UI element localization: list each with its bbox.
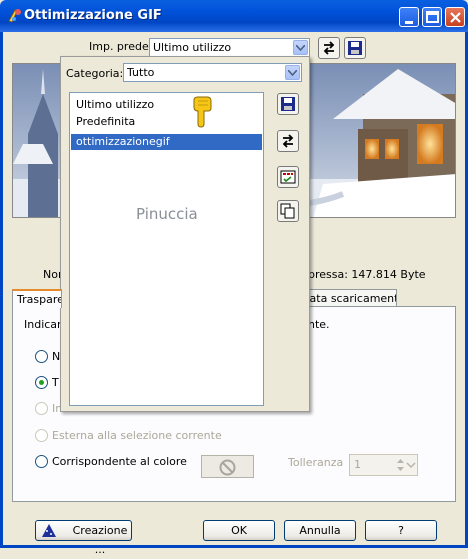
option-outside-selection-label: Esterna alla selezione corrente [52,429,222,442]
help-button[interactable]: ? [365,520,437,541]
title-bar: Ottimizzazione GIF [0,0,468,32]
maximize-button[interactable] [422,7,442,27]
option-inside-selection-radio[interactable] [35,402,48,415]
category-select[interactable]: Tutto [123,63,302,82]
tolerance-label: Tolleranza [288,456,344,469]
instruction-text-right: nte. [308,318,330,331]
minimize-button[interactable] [399,7,419,27]
spinner-dropdown-icon [406,462,416,469]
preset-select[interactable]: Ultimo utilizzo [149,38,310,57]
cancel-button[interactable]: Annulla [284,520,356,541]
save-to-list-button[interactable] [277,93,299,115]
wizard-hat-icon [42,524,56,537]
app-icon [8,9,21,23]
load-preset-button[interactable] [318,37,340,59]
chevron-down-icon [293,40,308,55]
save-preset-button[interactable] [344,37,366,59]
ok-button[interactable]: OK [203,520,275,541]
help-button-label: ? [398,524,404,537]
category-value: Tutto [127,66,155,79]
radio-selected-dot [39,380,44,385]
floppy-disk-icon [348,41,362,55]
tab-transparency[interactable]: Traspare [12,289,62,308]
color-picker-swatch[interactable] [201,455,254,478]
preset-list: Ultimo utilizzo Predefinita ottimizzazio… [69,92,264,406]
option-none-radio[interactable] [35,350,48,363]
option-outside-selection-radio[interactable] [35,429,48,442]
tab-download-time[interactable]: rata scaricamento [300,289,397,307]
close-icon [450,12,461,23]
preset-list-item[interactable]: Ultimo utilizzo [76,98,154,111]
category-label: Categoria: [66,67,124,80]
creation-button[interactable]: Creazione ... [35,520,132,556]
spinner-arrows-icon [397,459,404,471]
pointing-hand-icon [193,96,212,128]
watermark-text: Pinuccia [136,205,198,223]
apply-preset-button[interactable] [277,130,299,152]
copy-preset-button[interactable] [277,200,299,222]
compressed-size-label: pressa: 147.814 Byte [308,268,426,281]
creation-button-label: Creazione ... [72,524,128,556]
option-match-color-radio[interactable] [35,455,48,468]
tolerance-value: 1 [354,458,361,471]
option-match-color-label: Corrispondente al colore [52,455,187,468]
list-check-icon [280,170,296,184]
resource-manager-button[interactable] [277,166,299,188]
option-transparent-label: T [52,376,59,389]
floppy-disk-icon [281,97,295,111]
swap-arrow-icon [323,41,335,55]
preset-list-item-selected[interactable]: ottimizzazionegif [71,134,262,150]
cancel-button-label: Annulla [299,524,341,537]
tolerance-spinner[interactable]: 1 [349,454,418,476]
tab-transparency-label: Traspare [17,293,62,306]
swap-arrow-icon [282,134,294,148]
preset-value: Ultimo utilizzo [153,41,232,54]
copy-icon [280,203,295,219]
minimize-icon [405,21,413,24]
option-none-label: N [52,350,61,363]
tab-download-time-label: rata scaricamento [305,292,397,305]
option-transparent-radio[interactable] [35,376,48,389]
ok-button-label: OK [231,524,247,537]
preset-list-item[interactable]: Predefinita [76,115,135,128]
close-button[interactable] [445,7,465,27]
maximize-icon [426,11,439,23]
no-entry-icon [219,459,236,476]
chevron-down-icon [285,65,300,80]
window-title: Ottimizzazione GIF [24,8,162,23]
